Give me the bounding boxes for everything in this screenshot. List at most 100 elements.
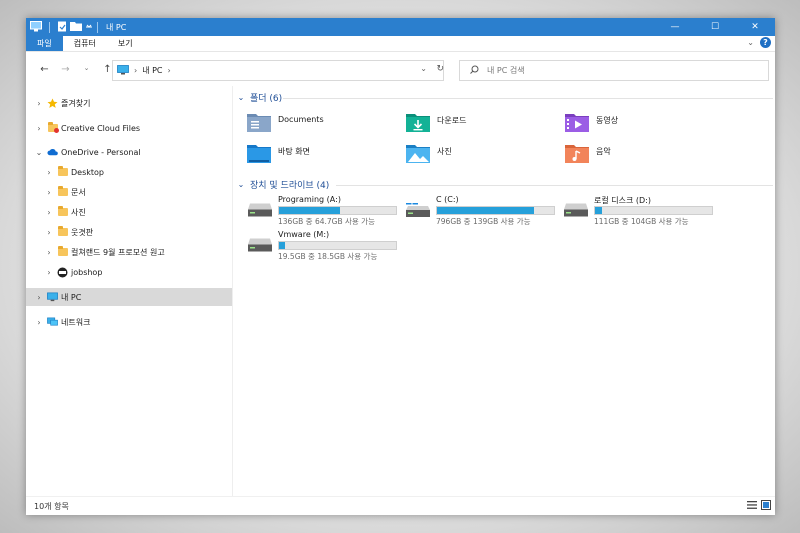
drive-usage-fill bbox=[437, 207, 535, 214]
drive-usage-bar bbox=[436, 206, 555, 215]
chevron-right-icon[interactable]: › bbox=[34, 99, 44, 108]
drive-usage-fill bbox=[595, 207, 603, 214]
computer-icon bbox=[47, 292, 58, 303]
sidebar-item-funny[interactable]: › 웃겻판 bbox=[26, 223, 232, 241]
sidebar-item-onedrive[interactable]: ⌄ OneDrive - Personal bbox=[26, 143, 232, 161]
drives-divider bbox=[336, 185, 773, 186]
sidebar-item-label: 사진 bbox=[71, 207, 86, 217]
drives-group-title: 장치 및 드라이브 (4) bbox=[250, 181, 330, 191]
large-icons-view-icon[interactable] bbox=[761, 500, 771, 510]
back-arrow-icon[interactable]: ← bbox=[34, 64, 55, 75]
sidebar-item-cultureland[interactable]: › 컬쳐랜드 9월 프로모션 원고 bbox=[26, 243, 232, 261]
drive-tile-a[interactable]: Programing (A:) 136GB 중 64.7GB 사용 가능 bbox=[248, 195, 398, 227]
breadcrumb-separator-icon[interactable]: › bbox=[168, 66, 171, 75]
new-folder-icon[interactable] bbox=[70, 21, 82, 33]
folder-tile-pictures[interactable]: 사진 bbox=[405, 141, 452, 165]
drive-usage-bar bbox=[278, 206, 397, 215]
address-dropdown-icon[interactable]: ⌄ bbox=[420, 64, 427, 73]
documents-folder-icon bbox=[246, 110, 272, 134]
drive-name: Programing (A:) bbox=[278, 195, 341, 204]
details-view-icon[interactable] bbox=[747, 500, 757, 510]
chevron-down-icon[interactable]: ⌄ bbox=[34, 148, 44, 157]
folder-icon bbox=[57, 226, 68, 238]
chevron-right-icon[interactable]: › bbox=[34, 318, 44, 327]
tab-computer[interactable]: 컴퓨터 bbox=[63, 36, 107, 51]
hard-drive-icon bbox=[248, 238, 272, 252]
chevron-right-icon[interactable]: › bbox=[44, 208, 54, 217]
folder-tile-music[interactable]: 음악 bbox=[564, 141, 611, 165]
sidebar-item-favorites[interactable]: › 즐겨찾기 bbox=[26, 94, 232, 112]
folder-tile-downloads[interactable]: 다운로드 bbox=[405, 110, 466, 134]
breadcrumb-separator-icon[interactable]: › bbox=[134, 66, 137, 75]
address-bar[interactable]: › 내 PC › ⌄ ↻ bbox=[112, 60, 444, 81]
tab-file[interactable]: 파일 bbox=[26, 36, 63, 51]
drive-usage-bar bbox=[594, 206, 713, 215]
drive-space-info: 19.5GB 중 18.5GB 사용 가능 bbox=[278, 252, 378, 261]
sidebar-item-network[interactable]: › 네트워크 bbox=[26, 313, 232, 331]
chevron-down-icon[interactable]: ⌄ bbox=[236, 93, 246, 102]
ribbon-tabs: 파일 컴퓨터 보기 ⌄ ? bbox=[26, 36, 775, 52]
drive-tile-c[interactable]: C (C:) 796GB 중 139GB 사용 가능 bbox=[406, 195, 556, 227]
computer-icon bbox=[117, 64, 129, 77]
sidebar-item-label: Creative Cloud Files bbox=[61, 123, 141, 133]
folders-divider bbox=[283, 98, 773, 99]
search-input[interactable]: 내 PC 검색 bbox=[487, 65, 525, 76]
sidebar-item-documents[interactable]: › 문서 bbox=[26, 183, 232, 201]
tab-view[interactable]: 보기 bbox=[107, 36, 144, 51]
drives-group-header[interactable]: ⌄ 장치 및 드라이브 (4) bbox=[236, 178, 330, 191]
title-bar: 내 PC — ☐ ✕ bbox=[26, 18, 775, 36]
drive-tile-m[interactable]: Vmware (M:) 19.5GB 중 18.5GB 사용 가능 bbox=[248, 230, 398, 262]
sidebar-item-desktop[interactable]: › Desktop bbox=[26, 163, 232, 181]
chevron-right-icon[interactable]: › bbox=[34, 293, 44, 302]
chevron-right-icon[interactable]: › bbox=[44, 228, 54, 237]
chevron-down-icon[interactable]: ⌄ bbox=[236, 180, 246, 189]
search-icon bbox=[470, 65, 479, 77]
customize-toolbar-icon[interactable] bbox=[85, 22, 93, 32]
pictures-folder-icon bbox=[405, 141, 431, 165]
minimize-icon: — bbox=[670, 22, 680, 32]
hard-drive-icon bbox=[248, 203, 272, 217]
chevron-right-icon[interactable]: › bbox=[44, 188, 54, 197]
help-icon[interactable]: ? bbox=[760, 37, 771, 48]
expand-ribbon-icon[interactable]: ⌄ bbox=[747, 38, 754, 47]
sidebar-item-creative-cloud[interactable]: › Creative Cloud Files bbox=[26, 119, 232, 137]
maximize-button[interactable]: ☐ bbox=[695, 18, 735, 36]
recent-locations-icon[interactable]: ⌄ bbox=[76, 64, 97, 75]
sidebar-item-pictures[interactable]: › 사진 bbox=[26, 203, 232, 221]
view-switcher bbox=[747, 500, 771, 510]
sidebar-item-label: jobshop bbox=[71, 267, 103, 277]
network-icon bbox=[47, 317, 58, 328]
chevron-right-icon[interactable]: › bbox=[44, 268, 54, 277]
maximize-icon: ☐ bbox=[710, 22, 720, 32]
sidebar-item-this-pc[interactable]: › 내 PC bbox=[26, 288, 232, 306]
jobshop-icon bbox=[57, 267, 68, 278]
explorer-window: 내 PC — ☐ ✕ 파일 컴퓨터 보기 ⌄ ? ← → ⌄ ↑ › 내 PC … bbox=[26, 18, 775, 515]
properties-icon[interactable] bbox=[57, 21, 67, 34]
forward-arrow-icon[interactable]: → bbox=[55, 64, 76, 75]
chevron-right-icon[interactable]: › bbox=[34, 124, 44, 133]
folders-group-header[interactable]: ⌄ 폴더 (6) bbox=[236, 91, 283, 104]
folder-icon bbox=[57, 186, 68, 198]
refresh-icon[interactable]: ↻ bbox=[436, 64, 444, 74]
item-count: 10개 항목 bbox=[34, 501, 69, 511]
chevron-right-icon[interactable]: › bbox=[44, 248, 54, 257]
search-box[interactable]: 내 PC 검색 bbox=[459, 60, 769, 81]
chevron-right-icon[interactable]: › bbox=[44, 168, 54, 177]
cloud-icon bbox=[47, 147, 58, 158]
sidebar-item-label: Desktop bbox=[71, 167, 104, 177]
sidebar-item-label: 즐겨찾기 bbox=[61, 98, 91, 108]
content-pane: ⌄ 폴더 (6) Documents 다운로드 동영상 바탕 화면 사진 음악 … bbox=[236, 86, 775, 497]
title-separator bbox=[97, 21, 98, 33]
folder-tile-desktop[interactable]: 바탕 화면 bbox=[246, 141, 310, 165]
close-button[interactable]: ✕ bbox=[735, 18, 775, 36]
drive-tile-d[interactable]: 로컬 디스크 (D:) 111GB 중 104GB 사용 가능 bbox=[564, 195, 714, 227]
sidebar-item-label: 내 PC bbox=[61, 292, 82, 302]
sidebar-item-jobshop[interactable]: › jobshop bbox=[26, 263, 232, 281]
sidebar-item-label: 컬쳐랜드 9월 프로모션 원고 bbox=[71, 247, 165, 257]
minimize-button[interactable]: — bbox=[655, 18, 695, 36]
folder-tile-videos[interactable]: 동영상 bbox=[564, 110, 618, 134]
folder-icon bbox=[57, 206, 68, 218]
folder-tile-documents[interactable]: Documents bbox=[246, 110, 324, 134]
breadcrumb-item-this-pc[interactable]: 내 PC bbox=[142, 65, 162, 76]
videos-folder-icon bbox=[564, 110, 590, 134]
